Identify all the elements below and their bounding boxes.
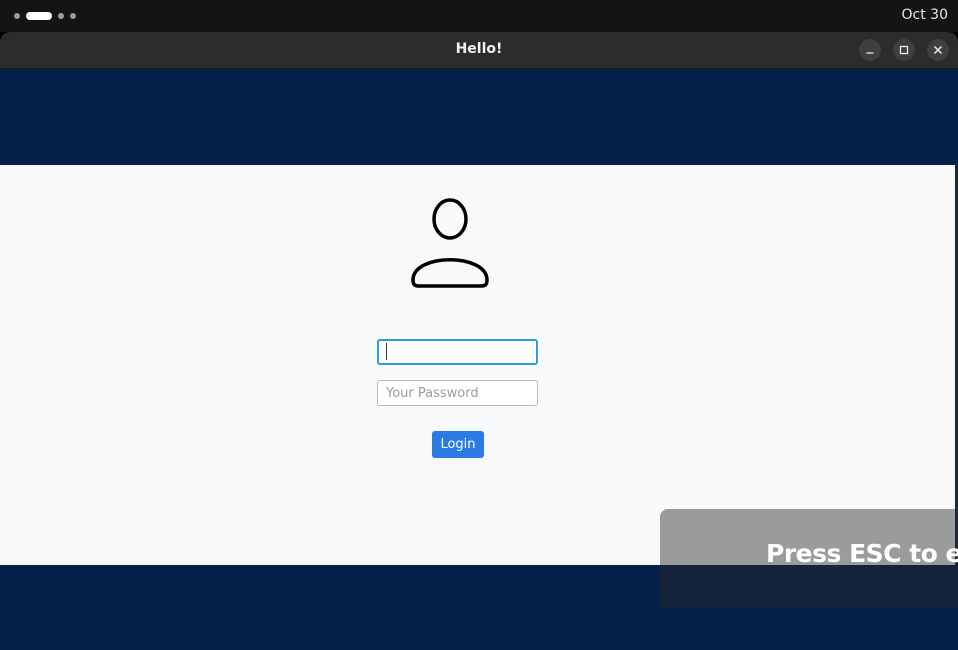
window-title: Hello! — [455, 41, 503, 57]
close-icon — [933, 45, 943, 55]
header-band — [0, 69, 958, 165]
user-icon — [411, 198, 489, 288]
text-caret — [386, 343, 387, 360]
minimize-button[interactable] — [859, 39, 881, 61]
system-top-bar: Oct 30 — [0, 0, 958, 32]
esc-hint-text: Press ESC to exit — [766, 539, 958, 568]
workspace-dot-active[interactable] — [26, 12, 52, 20]
window-titlebar[interactable]: Hello! — [0, 32, 958, 69]
maximize-icon — [899, 45, 909, 55]
workspace-dot[interactable] — [14, 13, 20, 19]
workspace-indicator[interactable] — [14, 11, 76, 21]
login-button[interactable]: Login — [432, 431, 484, 458]
screen: Oct 30 Hello! Login Press ESC to e — [0, 0, 958, 650]
clock[interactable]: Oct 30 — [902, 7, 948, 23]
workspace-dot[interactable] — [58, 13, 64, 19]
username-input[interactable] — [377, 339, 538, 365]
password-input[interactable] — [377, 380, 538, 406]
workspace-dot[interactable] — [70, 13, 76, 19]
close-button[interactable] — [927, 39, 949, 61]
maximize-button[interactable] — [893, 39, 915, 61]
minimize-icon — [866, 52, 874, 54]
